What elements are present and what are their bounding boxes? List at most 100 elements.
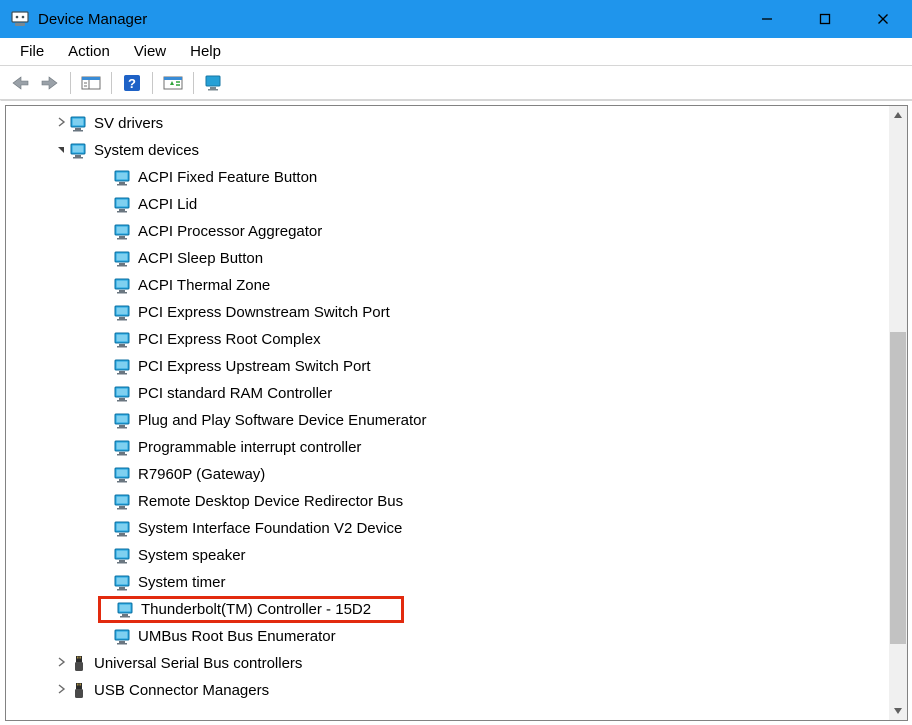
- tree-node-label: System Interface Foundation V2 Device: [138, 515, 402, 542]
- svg-text:?: ?: [128, 76, 136, 91]
- tree-node-label: Universal Serial Bus controllers: [94, 650, 302, 677]
- monitor-icon: [114, 412, 132, 430]
- tree-child-node[interactable]: UMBus Root Bus Enumerator: [98, 623, 336, 650]
- maximize-button[interactable]: [796, 0, 854, 38]
- monitor-icon: [70, 115, 88, 133]
- monitor-icon: [114, 331, 132, 349]
- tree-child-node[interactable]: ACPI Thermal Zone: [98, 272, 270, 299]
- tree-node-label: Plug and Play Software Device Enumerator: [138, 407, 426, 434]
- expander-collapsed-icon[interactable]: [54, 110, 68, 137]
- expander-expanded-icon[interactable]: [54, 137, 68, 164]
- monitor-icon: [70, 142, 88, 160]
- tree-container: SV driversSystem devices ACPI Fixed Feat…: [5, 105, 908, 721]
- toolbar: ?: [0, 66, 912, 100]
- monitor-icon: [114, 358, 132, 376]
- titlebar: Device Manager: [0, 0, 912, 38]
- monitor-icon: [117, 601, 135, 619]
- tree-node-label: USB Connector Managers: [94, 677, 269, 704]
- toolbar-separator: [152, 72, 153, 94]
- tree-child-node[interactable]: R7960P (Gateway): [98, 461, 265, 488]
- tree-child-node[interactable]: System speaker: [98, 542, 246, 569]
- minimize-button[interactable]: [738, 0, 796, 38]
- tree-child-node[interactable]: ACPI Fixed Feature Button: [98, 164, 317, 191]
- tree-node-label: Programmable interrupt controller: [138, 434, 361, 461]
- usb-icon: [70, 682, 88, 700]
- tree-child-node[interactable]: Thunderbolt(TM) Controller - 15D2: [98, 596, 404, 623]
- close-button[interactable]: [854, 0, 912, 38]
- tree-child-node[interactable]: System timer: [98, 569, 226, 596]
- monitor-icon: [114, 196, 132, 214]
- tree-child-node[interactable]: PCI standard RAM Controller: [98, 380, 332, 407]
- tree-node-label: PCI Express Upstream Switch Port: [138, 353, 371, 380]
- tree-node-label: System speaker: [138, 542, 246, 569]
- tree-node[interactable]: USB Connector Managers: [6, 677, 889, 704]
- tree-node-label: ACPI Sleep Button: [138, 245, 263, 272]
- tree-node[interactable]: SV drivers: [6, 110, 889, 137]
- monitor-icon: [114, 547, 132, 565]
- menu-help[interactable]: Help: [178, 40, 233, 63]
- scroll-down-arrow-icon[interactable]: [889, 702, 907, 720]
- tree-child-node[interactable]: PCI Express Root Complex: [98, 326, 321, 353]
- tree-child-node[interactable]: ACPI Lid: [98, 191, 197, 218]
- monitor-icon: [114, 628, 132, 646]
- tree-node-label: PCI Express Root Complex: [138, 326, 321, 353]
- tree-node-label: ACPI Processor Aggregator: [138, 218, 322, 245]
- tree-child-node[interactable]: Remote Desktop Device Redirector Bus: [98, 488, 403, 515]
- expander-collapsed-icon[interactable]: [54, 650, 68, 677]
- monitor-icon: [114, 574, 132, 592]
- monitor-icon: [114, 466, 132, 484]
- usb-icon: [70, 655, 88, 673]
- menu-file[interactable]: File: [8, 40, 56, 63]
- tree-node-label: Remote Desktop Device Redirector Bus: [138, 488, 403, 515]
- scrollbar-track[interactable]: [889, 124, 907, 702]
- device-tree[interactable]: SV driversSystem devices ACPI Fixed Feat…: [6, 106, 889, 720]
- monitor-icon: [114, 385, 132, 403]
- back-button[interactable]: [6, 69, 34, 97]
- tree-node-label: SV drivers: [94, 110, 163, 137]
- monitor-icon: [114, 304, 132, 322]
- app-icon: [10, 9, 30, 29]
- vertical-scrollbar[interactable]: [889, 106, 907, 720]
- tree-node-label: Thunderbolt(TM) Controller - 15D2: [141, 596, 371, 623]
- tree-node-label: PCI Express Downstream Switch Port: [138, 299, 390, 326]
- tree-node-label: System timer: [138, 569, 226, 596]
- toolbar-separator: [111, 72, 112, 94]
- menubar: File Action View Help: [0, 38, 912, 66]
- menu-view[interactable]: View: [122, 40, 178, 63]
- devices-printers-button[interactable]: [200, 69, 228, 97]
- tree-child-node[interactable]: PCI Express Upstream Switch Port: [98, 353, 371, 380]
- tree-child-node[interactable]: Programmable interrupt controller: [98, 434, 361, 461]
- monitor-icon: [114, 493, 132, 511]
- monitor-icon: [114, 520, 132, 538]
- window-controls: [738, 0, 912, 38]
- tree-node[interactable]: System devices: [6, 137, 889, 164]
- toolbar-separator: [193, 72, 194, 94]
- scrollbar-thumb[interactable]: [890, 332, 906, 644]
- monitor-icon: [114, 223, 132, 241]
- window-title: Device Manager: [38, 11, 738, 28]
- tree-node-label: System devices: [94, 137, 199, 164]
- expander-collapsed-icon[interactable]: [54, 677, 68, 704]
- monitor-icon: [114, 169, 132, 187]
- tree-child-node[interactable]: ACPI Sleep Button: [98, 245, 263, 272]
- tree-node-label: R7960P (Gateway): [138, 461, 265, 488]
- show-hide-tree-button[interactable]: [77, 69, 105, 97]
- tree-node-label: ACPI Fixed Feature Button: [138, 164, 317, 191]
- tree-child-node[interactable]: Plug and Play Software Device Enumerator: [98, 407, 426, 434]
- tree-child-node[interactable]: System Interface Foundation V2 Device: [98, 515, 402, 542]
- tree-node-label: UMBus Root Bus Enumerator: [138, 623, 336, 650]
- toolbar-separator: [70, 72, 71, 94]
- help-button[interactable]: ?: [118, 69, 146, 97]
- tree-node-label: ACPI Thermal Zone: [138, 272, 270, 299]
- forward-button[interactable]: [36, 69, 64, 97]
- tree-node[interactable]: Universal Serial Bus controllers: [6, 650, 889, 677]
- tree-child-node[interactable]: PCI Express Downstream Switch Port: [98, 299, 390, 326]
- tree-node-label: PCI standard RAM Controller: [138, 380, 332, 407]
- scroll-up-arrow-icon[interactable]: [889, 106, 907, 124]
- tree-child-node[interactable]: ACPI Processor Aggregator: [98, 218, 322, 245]
- scan-hardware-button[interactable]: [159, 69, 187, 97]
- monitor-icon: [114, 250, 132, 268]
- monitor-icon: [114, 277, 132, 295]
- client-area: SV driversSystem devices ACPI Fixed Feat…: [0, 100, 912, 725]
- menu-action[interactable]: Action: [56, 40, 122, 63]
